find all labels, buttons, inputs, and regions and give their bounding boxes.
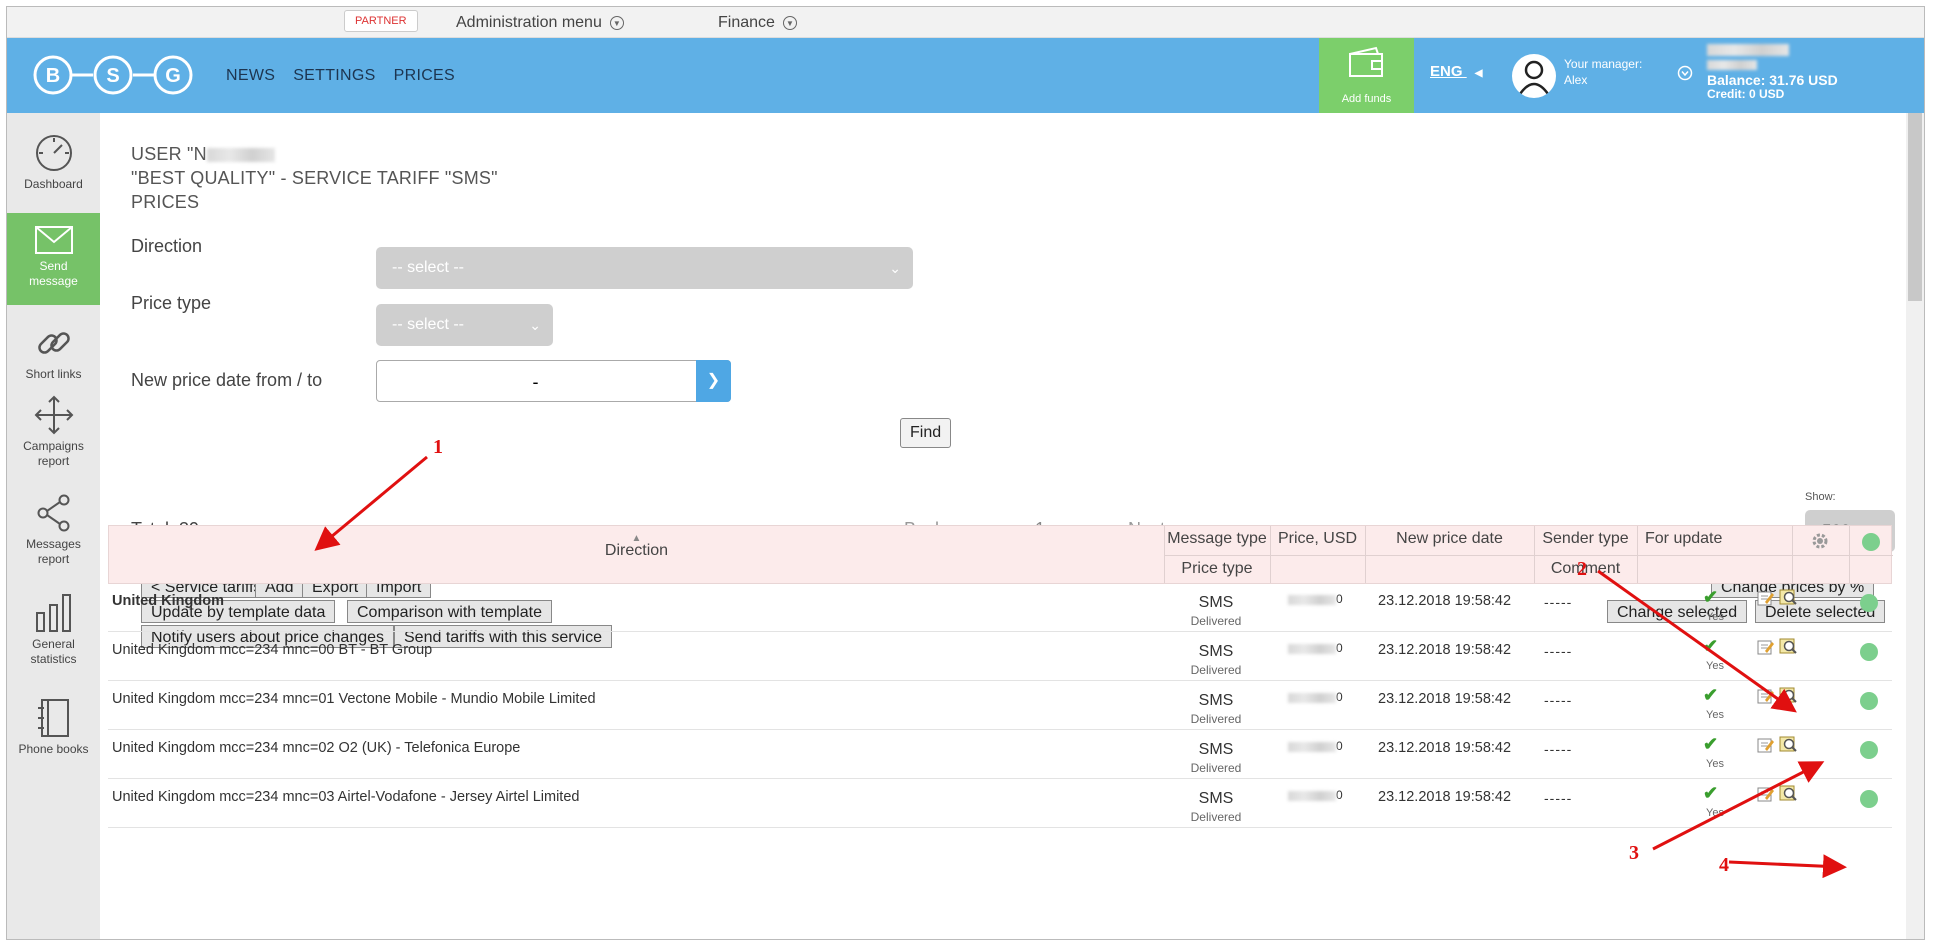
annotation-arrow-4 xyxy=(1728,854,1847,879)
annotation-arrow-1 xyxy=(314,455,428,551)
annotation-arrow-2 xyxy=(1597,569,1797,713)
annotation-label-1: 1 xyxy=(433,436,443,458)
annotation-arrow-3 xyxy=(1652,761,1825,851)
app-window: PARTNER Administration menu ▼ Finance ▼ … xyxy=(6,6,1925,940)
annotation-label-2: 2 xyxy=(1577,558,1587,580)
annotation-label-4: 4 xyxy=(1719,854,1729,876)
annotation-label-3: 3 xyxy=(1629,842,1639,864)
annotation-overlay: 1 2 3 4 xyxy=(314,436,1847,879)
